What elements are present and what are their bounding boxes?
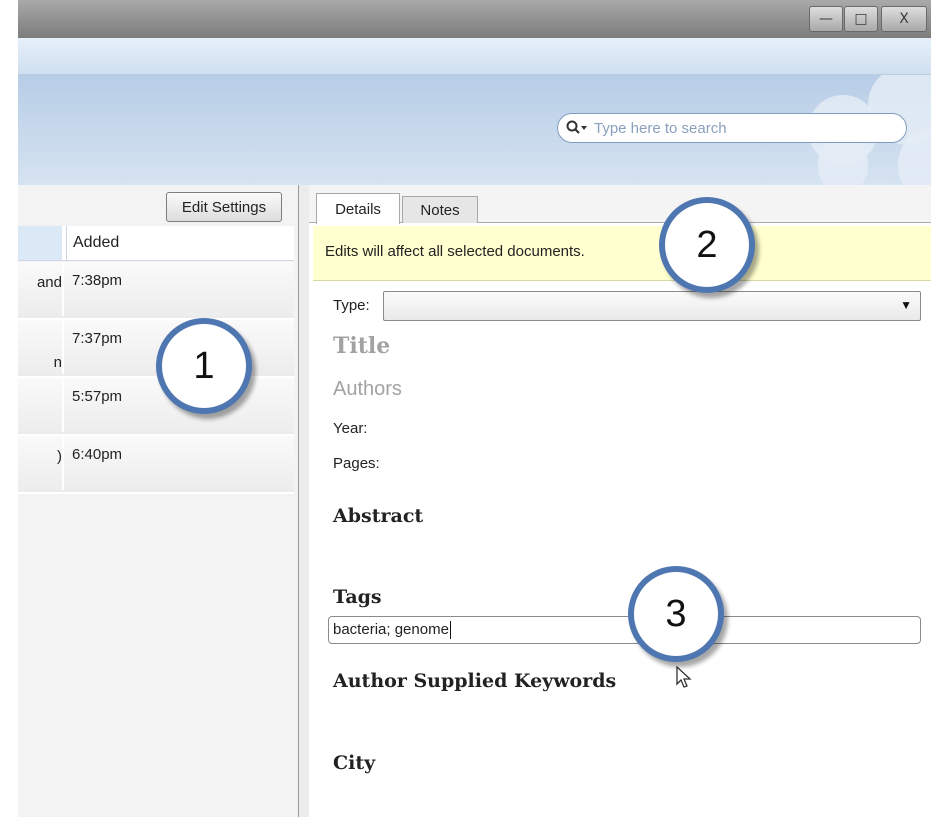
callout-3: 3: [628, 566, 724, 662]
search-placeholder: Type here to search: [594, 119, 727, 137]
year-label: Year:: [333, 420, 368, 437]
minimize-icon: —: [819, 11, 833, 27]
table-row[interactable]: 5:57pm: [18, 378, 294, 436]
pages-label: Pages:: [333, 455, 380, 472]
window-title-bar: — □ X: [18, 0, 931, 38]
tags-value: bacteria; genome: [333, 621, 449, 638]
table-row[interactable]: ) 6:40pm: [18, 436, 294, 494]
restore-icon: □: [854, 11, 868, 27]
type-dropdown[interactable]: ▼: [383, 291, 921, 321]
column-header-row: Added: [18, 226, 294, 261]
author-keywords-heading: Author Supplied Keywords: [333, 670, 617, 692]
tags-heading: Tags: [333, 586, 382, 608]
row-fragment: ): [57, 448, 62, 465]
row-fragment: and: [36, 274, 62, 291]
table-row[interactable]: and 7:38pm: [18, 262, 294, 320]
tags-input[interactable]: bacteria; genome: [328, 616, 921, 644]
row-fragment: n: [53, 354, 62, 371]
text-caret: [449, 621, 451, 640]
search-input[interactable]: Type here to search: [557, 113, 907, 143]
authors-field[interactable]: Authors: [333, 378, 402, 401]
edit-settings-button[interactable]: Edit Settings: [166, 192, 282, 222]
callout-2: 2: [659, 197, 755, 293]
search-icon: [566, 120, 587, 134]
callout-1: 1: [156, 318, 252, 414]
edit-notice-bar: Edits will affect all selected documents…: [313, 226, 931, 281]
tab-notes[interactable]: Notes: [402, 196, 478, 223]
close-icon: X: [899, 11, 909, 27]
tab-details[interactable]: Details: [316, 193, 400, 224]
mouse-cursor-icon: [676, 666, 692, 688]
type-label: Type:: [333, 297, 370, 314]
city-heading: City: [333, 752, 376, 774]
abstract-heading: Abstract: [333, 505, 424, 527]
column-header-selected[interactable]: [18, 226, 62, 260]
close-button[interactable]: X: [881, 6, 927, 32]
dropdown-arrow-icon: ▼: [900, 298, 912, 312]
menu-bar: [18, 38, 931, 75]
column-header-added[interactable]: Added: [66, 226, 293, 260]
minimize-button[interactable]: —: [809, 6, 843, 32]
row-added-time: 7:38pm: [62, 262, 290, 316]
title-field[interactable]: Title: [333, 333, 390, 359]
edit-notice-text: Edits will affect all selected documents…: [325, 243, 585, 260]
restore-button[interactable]: □: [844, 6, 878, 32]
row-added-time: 6:40pm: [62, 436, 290, 490]
